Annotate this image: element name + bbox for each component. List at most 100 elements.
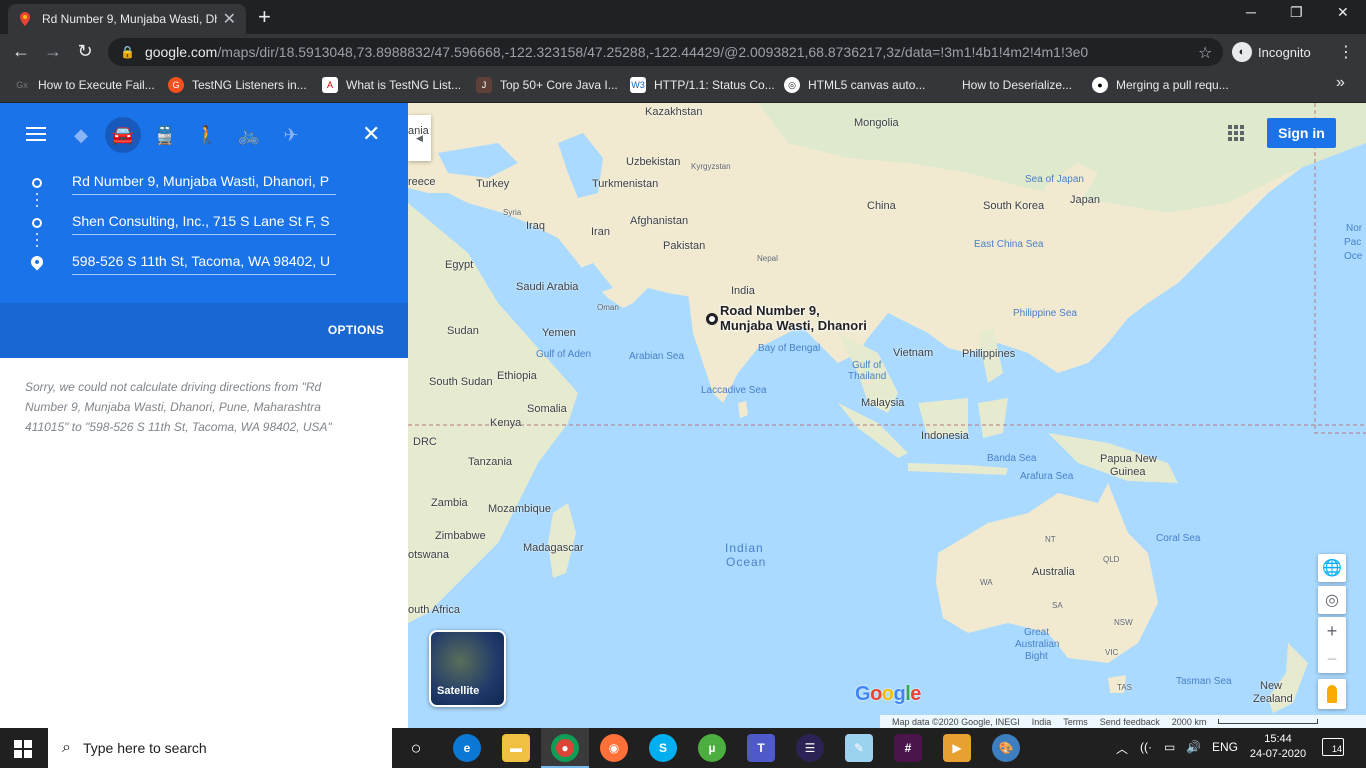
close-directions-icon[interactable]: ✕ <box>362 121 380 147</box>
forward-icon[interactable]: → <box>42 41 64 62</box>
satellite-label: Satellite <box>437 685 480 697</box>
bookmark-item[interactable]: W3 HTTP/1.1: Status Co... <box>630 77 775 93</box>
bookmark-item[interactable]: J Top 50+ Core Java I... <box>476 77 618 93</box>
media-player-icon[interactable]: ▶ <box>943 734 971 762</box>
address-bar[interactable]: 🔒 google.com/maps/dir/18.5913048,73.8988… <box>108 38 1223 66</box>
window-close-icon[interactable]: ✕ <box>1337 4 1349 21</box>
map-label: Gulf of <box>852 360 882 371</box>
best-route-icon[interactable]: ◆ <box>63 117 99 153</box>
cycling-icon[interactable]: 🚲 <box>231 117 267 153</box>
map-label: Iran <box>591 226 610 238</box>
paint-icon[interactable]: 🎨 <box>992 734 1020 762</box>
bookmark-item[interactable]: G TestNG Listeners in... <box>168 77 307 93</box>
windows-start-icon[interactable] <box>14 740 32 758</box>
bookmark-item[interactable]: How to Deserialize... <box>938 77 1072 93</box>
notification-center-icon[interactable]: 14 <box>1322 738 1344 756</box>
pegman-icon[interactable] <box>1318 679 1346 709</box>
options-button[interactable]: OPTIONS <box>328 323 384 337</box>
bookmark-item[interactable]: ◎ HTML5 canvas auto... <box>784 77 925 93</box>
map-canvas[interactable]: ◀ Kazakhstan Mongolia ania Uzbekistan Ky… <box>408 103 1366 728</box>
my-location-icon[interactable]: ◎ <box>1318 586 1346 614</box>
tab-close-icon[interactable]: ✕ <box>223 9 236 29</box>
teams-icon[interactable]: T <box>747 734 775 762</box>
map-label: Nepal <box>757 254 778 263</box>
eclipse-icon[interactable]: ☰ <box>796 734 824 762</box>
map-label: Banda Sea <box>987 453 1037 464</box>
satellite-toggle[interactable]: Satellite <box>429 630 506 707</box>
browser-tab[interactable]: Rd Number 9, Munjaba Wasti, Dh ✕ <box>8 4 246 34</box>
route-dots <box>36 193 38 211</box>
firefox-icon[interactable]: ◉ <box>600 734 628 762</box>
origin-marker-label[interactable]: Road Number 9, Munjaba Wasti, Dhanori <box>720 303 867 333</box>
map-label: DRC <box>413 436 437 448</box>
google-apps-icon[interactable] <box>1228 125 1244 141</box>
bookmarks-overflow-icon[interactable]: » <box>1336 74 1345 92</box>
new-tab-icon[interactable]: + <box>258 6 271 28</box>
map-label: Arafura Sea <box>1020 471 1074 482</box>
collapse-panel-button[interactable]: ◀ <box>408 115 431 161</box>
scale-label[interactable]: 2000 km <box>1172 717 1207 727</box>
bookmark-star-icon[interactable]: ☆ <box>1198 43 1212 63</box>
file-explorer-icon[interactable]: ▬ <box>502 734 530 762</box>
map-label: Kyrgyzstan <box>691 162 731 171</box>
route-dots <box>36 233 38 251</box>
battery-icon[interactable]: ▭ <box>1164 740 1175 754</box>
map-label: Pac <box>1344 237 1362 248</box>
taskbar-search[interactable]: ⌕ Type here to search <box>48 728 392 768</box>
edge-icon[interactable]: e <box>453 734 481 762</box>
notepad-icon[interactable]: ✎ <box>845 734 873 762</box>
reload-icon[interactable]: ↻ <box>74 41 96 62</box>
incognito-profile-button[interactable]: ◐ Incognito <box>1232 41 1311 63</box>
map-label: China <box>867 200 896 212</box>
map-label: Kazakhstan <box>645 106 703 118</box>
task-view-icon[interactable]: ○ <box>402 734 430 762</box>
utorrent-icon[interactable]: µ <box>698 734 726 762</box>
map-label: Sudan <box>447 325 479 337</box>
clock[interactable]: 15:44 24-07-2020 <box>1248 732 1308 762</box>
skype-icon[interactable]: S <box>649 734 677 762</box>
language-indicator[interactable]: ENG <box>1212 740 1238 754</box>
destination-input[interactable]: 598-526 S 11th St, Tacoma, WA 98402, U <box>72 251 336 275</box>
globe-icon: ◎ <box>784 77 800 93</box>
map-label: Philippine Sea <box>1013 308 1077 319</box>
lock-icon: 🔒 <box>120 45 135 59</box>
back-icon[interactable]: ← <box>10 41 32 62</box>
volume-icon[interactable]: 🔊 <box>1186 740 1201 754</box>
walking-icon[interactable]: 🚶 <box>189 117 225 153</box>
map-label: SA <box>1052 601 1063 610</box>
zoom-out-icon[interactable]: − <box>1318 645 1346 673</box>
minimize-icon[interactable]: ─ <box>1246 4 1256 20</box>
region-link[interactable]: India <box>1032 717 1052 727</box>
map-label: NSW <box>1114 618 1133 627</box>
terms-link[interactable]: Terms <box>1063 717 1088 727</box>
map-label: outh Africa <box>408 604 460 616</box>
map-label: TAS <box>1117 683 1132 692</box>
waypoint-dot-icon <box>32 218 42 228</box>
transit-icon[interactable]: 🚆 <box>147 117 183 153</box>
bookmark-item[interactable]: ● Merging a pull requ... <box>1092 77 1229 93</box>
sign-in-button[interactable]: Sign in <box>1267 118 1336 148</box>
origin-input[interactable]: Rd Number 9, Munjaba Wasti, Dhanori, P <box>72 171 336 195</box>
directions-header: ◆ 🚘 🚆 🚶 🚲 ✈ ✕ Rd Number 9, Munjaba Wasti… <box>0 103 408 303</box>
bookmark-favicon-icon: G <box>168 77 184 93</box>
browser-menu-icon[interactable]: ⋮ <box>1338 42 1354 62</box>
wifi-icon[interactable]: ((· <box>1140 740 1152 754</box>
bookmark-item[interactable]: A What is TestNG List... <box>322 77 461 93</box>
bookmark-item[interactable]: Gx How to Execute Fail... <box>14 77 155 93</box>
slack-icon[interactable]: # <box>894 734 922 762</box>
driving-icon[interactable]: 🚘 <box>105 117 141 153</box>
flight-icon[interactable]: ✈ <box>273 117 309 153</box>
zoom-in-icon[interactable]: + <box>1318 617 1346 645</box>
url-host: google.com <box>144 44 218 60</box>
map-label: Japan <box>1070 194 1100 206</box>
map-label: Zealand <box>1253 693 1293 705</box>
send-feedback-link[interactable]: Send feedback <box>1100 717 1160 727</box>
globe-view-icon[interactable]: 🌐 <box>1318 554 1346 582</box>
origin-marker-icon[interactable] <box>706 313 718 325</box>
incognito-icon: ◐ <box>1232 42 1252 62</box>
waypoint-input[interactable]: Shen Consulting, Inc., 715 S Lane St F, … <box>72 211 336 235</box>
chrome-icon[interactable]: ● <box>551 734 579 762</box>
map-label: Turkmenistan <box>592 178 659 190</box>
restore-icon[interactable]: ❐ <box>1290 4 1303 21</box>
tray-overflow-icon[interactable]: ︿ <box>1116 740 1128 757</box>
